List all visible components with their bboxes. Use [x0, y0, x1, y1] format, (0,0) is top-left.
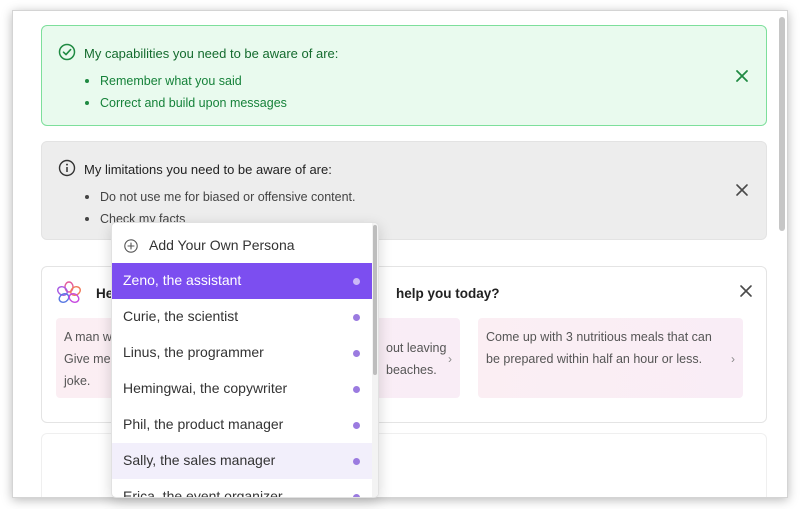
- persona-indicator-icon: [353, 458, 360, 465]
- close-icon[interactable]: [734, 182, 750, 198]
- suggestion-text: out leaving beaches.: [386, 341, 447, 377]
- flower-logo-icon: [57, 281, 81, 303]
- page-scrollbar[interactable]: [777, 11, 787, 497]
- list-item: Correct and build upon messages: [82, 92, 287, 114]
- persona-label: Zeno, the assistant: [123, 272, 242, 288]
- persona-label: Linus, the programmer: [123, 344, 264, 360]
- add-persona-button[interactable]: Add Your Own Persona: [112, 229, 374, 263]
- persona-label: Erica, the event organizer: [123, 488, 283, 498]
- persona-item-linus[interactable]: Linus, the programmer: [112, 335, 374, 371]
- check-circle-icon: [58, 43, 76, 61]
- persona-label: Sally, the sales manager: [123, 452, 276, 468]
- plus-circle-icon: [124, 239, 138, 253]
- info-circle-icon: [58, 159, 76, 177]
- chevron-right-icon: ›: [448, 352, 452, 366]
- capabilities-list: Remember what you said Correct and build…: [82, 70, 287, 114]
- persona-label: Curie, the scientist: [123, 308, 239, 324]
- list-item: Remember what you said: [82, 70, 287, 92]
- persona-item-sally[interactable]: Sally, the sales manager: [112, 443, 374, 479]
- limitations-title: My limitations you need to be aware of a…: [84, 162, 332, 177]
- persona-item-zeno[interactable]: Zeno, the assistant: [112, 263, 374, 299]
- chevron-right-icon: ›: [731, 352, 735, 366]
- persona-label: Phil, the product manager: [123, 416, 284, 432]
- scrollbar-thumb[interactable]: [779, 17, 785, 231]
- persona-indicator-icon: [353, 278, 360, 285]
- scrollbar-thumb[interactable]: [373, 225, 377, 375]
- close-icon[interactable]: [734, 68, 750, 84]
- persona-item-hemingwai[interactable]: Hemingwai, the copywriter: [112, 371, 374, 407]
- persona-item-phil[interactable]: Phil, the product manager: [112, 407, 374, 443]
- greeting-text-end: help you today?: [396, 286, 500, 301]
- persona-indicator-icon: [353, 494, 360, 497]
- capabilities-title: My capabilities you need to be aware of …: [84, 46, 339, 61]
- add-persona-label: Add Your Own Persona: [149, 237, 295, 253]
- close-icon[interactable]: [738, 283, 754, 299]
- persona-indicator-icon: [353, 422, 360, 429]
- suggestion-text: Come up with 3 nutritious meals that can…: [486, 330, 712, 366]
- persona-item-erica[interactable]: Erica, the event organizer: [112, 479, 374, 498]
- persona-indicator-icon: [353, 350, 360, 357]
- persona-item-curie[interactable]: Curie, the scientist: [112, 299, 374, 335]
- persona-dropdown: Add Your Own Persona Zeno, the assistant…: [111, 222, 379, 498]
- persona-label: Hemingwai, the copywriter: [123, 380, 288, 396]
- dropdown-scrollbar[interactable]: [372, 223, 378, 497]
- suggestion-card[interactable]: Come up with 3 nutritious meals that can…: [478, 318, 743, 398]
- list-item: Do not use me for biased or offensive co…: [82, 186, 355, 208]
- persona-indicator-icon: [353, 386, 360, 393]
- persona-indicator-icon: [353, 314, 360, 321]
- capabilities-alert: My capabilities you need to be aware of …: [41, 25, 767, 126]
